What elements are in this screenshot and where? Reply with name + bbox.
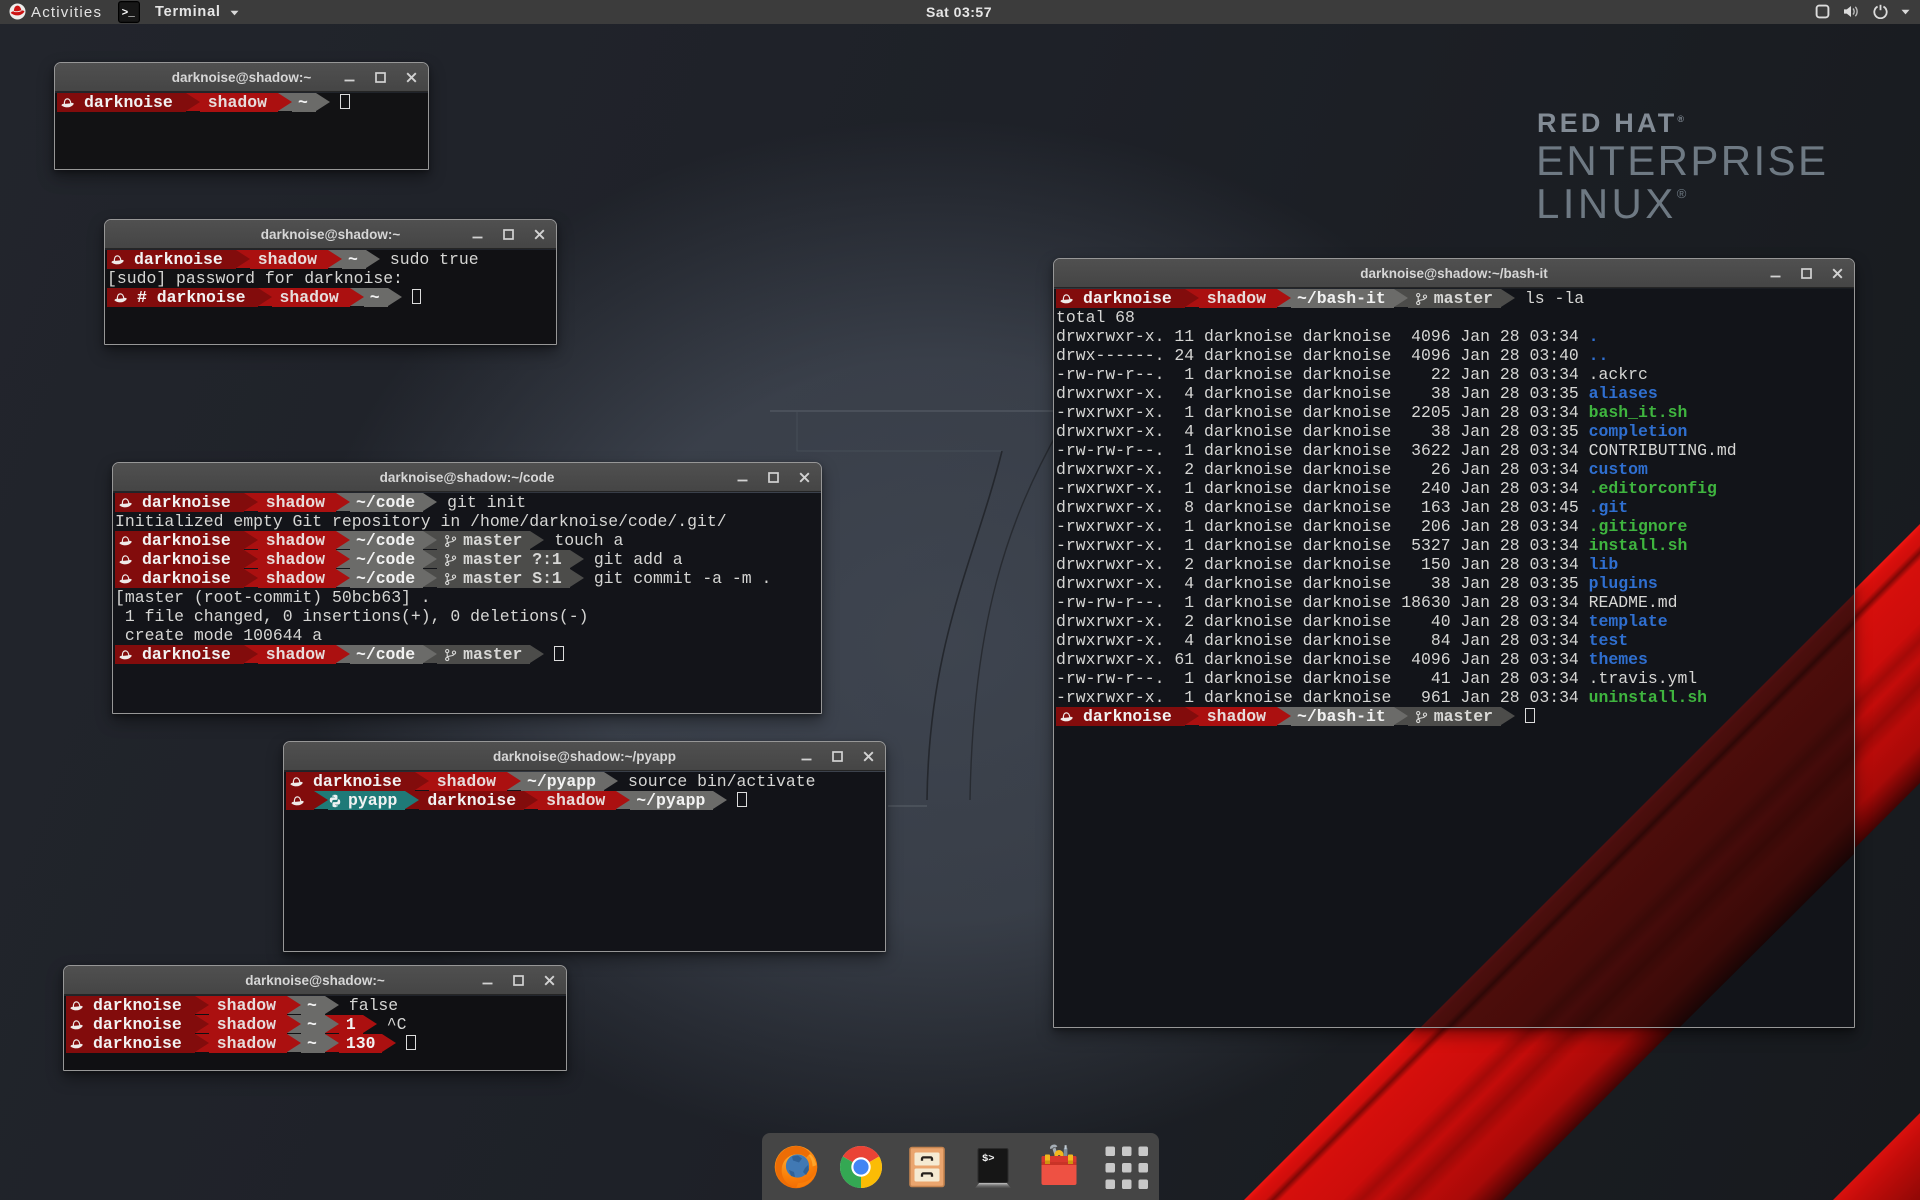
- svg-text:>_: >_: [122, 8, 136, 20]
- svg-text:$>: $>: [982, 1153, 995, 1165]
